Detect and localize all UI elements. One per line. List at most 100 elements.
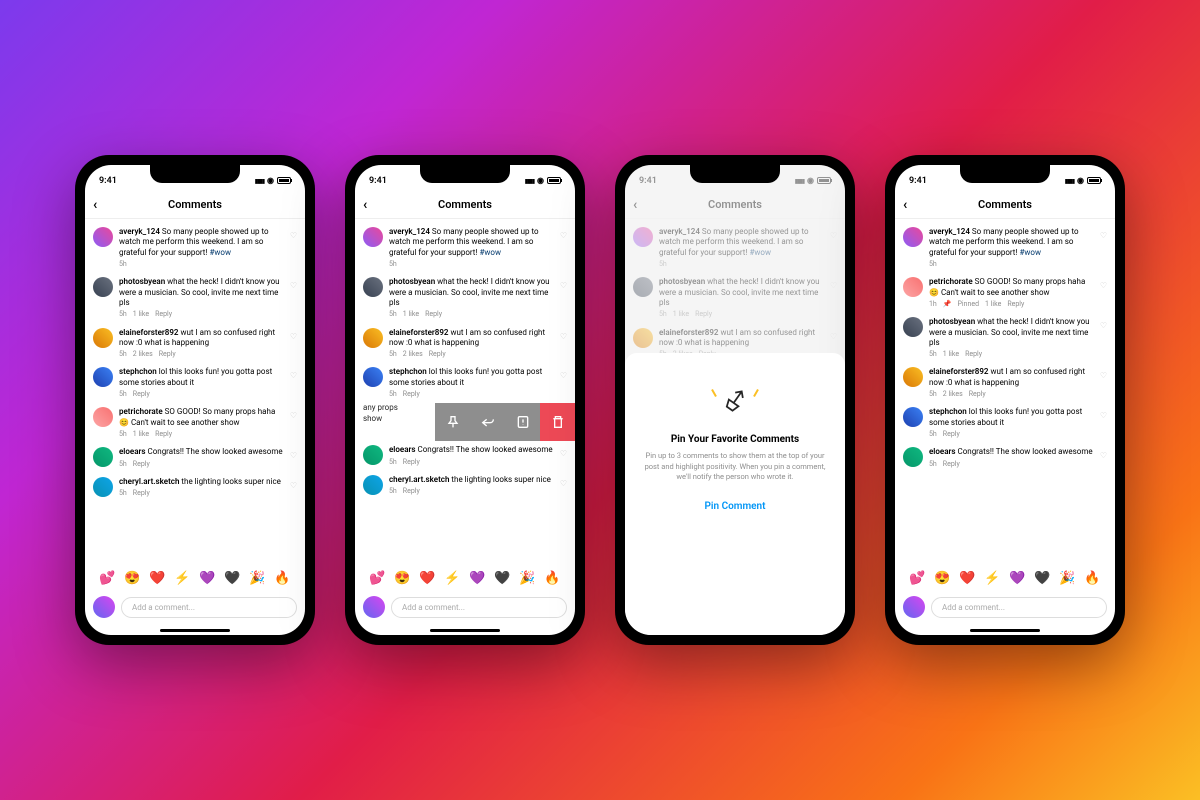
like-comment-icon[interactable]: ♡ bbox=[560, 281, 567, 290]
comment-row[interactable]: elaineforster892 wut I am so confused ri… bbox=[895, 363, 1115, 403]
commenter-username[interactable]: elaineforster892 bbox=[389, 328, 448, 337]
comment-row[interactable]: averyk_124 So many people showed up to w… bbox=[85, 223, 305, 273]
commenter-avatar[interactable] bbox=[363, 328, 383, 348]
comment-reply[interactable]: Reply bbox=[695, 310, 712, 319]
hashtag[interactable]: #wow bbox=[479, 248, 501, 257]
comments-list[interactable]: averyk_124 So many people showed up to w… bbox=[85, 219, 305, 565]
like-comment-icon[interactable]: ♡ bbox=[560, 479, 567, 488]
comment-row-swiped[interactable]: any propsshow bbox=[355, 403, 575, 441]
commenter-username[interactable]: eloears bbox=[119, 447, 146, 456]
comment-row[interactable]: photosbyean what the heck! I didn't know… bbox=[85, 273, 305, 323]
commenter-avatar[interactable] bbox=[93, 227, 113, 247]
emoji-shortcut[interactable]: 😍 bbox=[394, 571, 410, 586]
comment-likes[interactable]: 1 like bbox=[133, 310, 149, 319]
commenter-avatar[interactable] bbox=[363, 277, 383, 297]
emoji-shortcut[interactable]: 🖤 bbox=[1034, 571, 1050, 586]
comment-row[interactable]: stephchon lol this looks fun! you gotta … bbox=[85, 363, 305, 403]
commenter-username[interactable]: elaineforster892 bbox=[119, 328, 178, 337]
reply-action-button[interactable] bbox=[470, 403, 505, 441]
like-comment-icon[interactable]: ♡ bbox=[290, 332, 297, 341]
comment-row[interactable]: elaineforster892 wut I am so confused ri… bbox=[355, 324, 575, 364]
comment-reply[interactable]: Reply bbox=[969, 390, 986, 399]
like-comment-icon[interactable]: ♡ bbox=[1100, 411, 1107, 420]
comment-likes[interactable]: 1 like bbox=[403, 310, 419, 319]
like-comment-icon[interactable]: ♡ bbox=[560, 231, 567, 240]
like-comment-icon[interactable]: ♡ bbox=[290, 481, 297, 490]
comment-reply[interactable]: Reply bbox=[155, 310, 172, 319]
comment-row[interactable]: averyk_124 So many people showed up to w… bbox=[895, 223, 1115, 273]
comment-reply[interactable]: Reply bbox=[429, 350, 446, 359]
pin-action-button[interactable] bbox=[435, 403, 470, 441]
commenter-username[interactable]: averyk_124 bbox=[659, 227, 700, 236]
comment-reply[interactable]: Reply bbox=[943, 430, 960, 439]
comment-row[interactable]: averyk_124 So many people showed up to w… bbox=[355, 223, 575, 273]
comment-reply[interactable]: Reply bbox=[159, 350, 176, 359]
commenter-avatar[interactable] bbox=[903, 227, 923, 247]
comment-likes[interactable]: 1 like bbox=[133, 430, 149, 439]
comment-reply[interactable]: Reply bbox=[403, 458, 420, 467]
emoji-shortcut[interactable]: ⚡ bbox=[174, 571, 190, 586]
home-indicator[interactable] bbox=[430, 629, 500, 632]
emoji-shortcut[interactable]: 🖤 bbox=[224, 571, 240, 586]
comment-likes[interactable]: 1 like bbox=[985, 300, 1001, 309]
hashtag[interactable]: #wow bbox=[1019, 248, 1041, 257]
comments-list[interactable]: averyk_124 So many people showed up to w… bbox=[355, 219, 575, 565]
like-comment-icon[interactable]: ♡ bbox=[290, 371, 297, 380]
like-comment-icon[interactable]: ♡ bbox=[560, 371, 567, 380]
like-comment-icon[interactable]: ♡ bbox=[1100, 281, 1107, 290]
back-button[interactable]: ‹ bbox=[363, 198, 367, 212]
emoji-shortcut[interactable]: 💕 bbox=[909, 571, 925, 586]
commenter-username[interactable]: photosbyean bbox=[119, 277, 165, 286]
commenter-username[interactable]: elaineforster892 bbox=[929, 367, 988, 376]
comment-row[interactable]: eloears Congrats!! The show looked aweso… bbox=[85, 443, 305, 472]
commenter-avatar[interactable] bbox=[363, 445, 383, 465]
commenter-username[interactable]: photosbyean bbox=[389, 277, 435, 286]
delete-action-button[interactable] bbox=[540, 403, 575, 441]
emoji-shortcut[interactable]: 💕 bbox=[99, 571, 115, 586]
emoji-shortcut[interactable]: ❤️ bbox=[959, 571, 975, 586]
commenter-avatar[interactable] bbox=[633, 277, 653, 297]
commenter-avatar[interactable] bbox=[903, 407, 923, 427]
comment-reply[interactable]: Reply bbox=[425, 310, 442, 319]
comment-reply[interactable]: Reply bbox=[403, 487, 420, 496]
comment-row[interactable]: averyk_124 So many people showed up to w… bbox=[625, 223, 845, 273]
emoji-shortcut[interactable]: 💜 bbox=[199, 571, 215, 586]
comment-row[interactable]: cheryl.art.sketch the lighting looks sup… bbox=[85, 473, 305, 502]
comment-row[interactable]: photosbyean what the heck! I didn't know… bbox=[625, 273, 845, 323]
like-comment-icon[interactable]: ♡ bbox=[1100, 451, 1107, 460]
emoji-shortcut[interactable]: 🎉 bbox=[519, 571, 535, 586]
commenter-username[interactable]: photosbyean bbox=[659, 277, 705, 286]
comment-row[interactable]: stephchon lol this looks fun! you gotta … bbox=[355, 363, 575, 403]
emoji-shortcut[interactable]: 😍 bbox=[124, 571, 140, 586]
commenter-username[interactable]: photosbyean bbox=[929, 317, 975, 326]
report-action-button[interactable] bbox=[505, 403, 540, 441]
commenter-username[interactable]: stephchon bbox=[929, 407, 967, 416]
comment-reply[interactable]: Reply bbox=[403, 390, 420, 399]
comment-reply[interactable]: Reply bbox=[943, 460, 960, 469]
comment-input[interactable]: Add a comment... bbox=[121, 597, 297, 618]
comment-likes[interactable]: 1 like bbox=[943, 350, 959, 359]
commenter-avatar[interactable] bbox=[93, 328, 113, 348]
emoji-shortcut[interactable]: 🖤 bbox=[494, 571, 510, 586]
like-comment-icon[interactable]: ♡ bbox=[830, 281, 837, 290]
pin-comment-button[interactable]: Pin Comment bbox=[705, 501, 766, 512]
comment-row[interactable]: elaineforster892 wut I am so confused ri… bbox=[85, 324, 305, 364]
comment-likes[interactable]: 2 likes bbox=[403, 350, 423, 359]
back-button[interactable]: ‹ bbox=[903, 198, 907, 212]
comment-reply[interactable]: Reply bbox=[155, 430, 172, 439]
hashtag[interactable]: #wow bbox=[749, 248, 771, 257]
comment-input[interactable]: Add a comment... bbox=[931, 597, 1107, 618]
comment-reply[interactable]: Reply bbox=[133, 489, 150, 498]
back-button[interactable]: ‹ bbox=[633, 198, 637, 212]
commenter-username[interactable]: stephchon bbox=[389, 367, 427, 376]
commenter-avatar[interactable] bbox=[93, 477, 113, 497]
commenter-username[interactable]: petrichorate bbox=[119, 407, 163, 416]
commenter-username[interactable]: eloears bbox=[929, 447, 956, 456]
commenter-username[interactable]: cheryl.art.sketch bbox=[389, 475, 449, 484]
emoji-shortcut[interactable]: 😍 bbox=[934, 571, 950, 586]
emoji-shortcut[interactable]: ❤️ bbox=[149, 571, 165, 586]
commenter-avatar[interactable] bbox=[93, 407, 113, 427]
commenter-username[interactable]: averyk_124 bbox=[119, 227, 160, 236]
comment-reply[interactable]: Reply bbox=[133, 460, 150, 469]
emoji-shortcut[interactable]: 💜 bbox=[1009, 571, 1025, 586]
